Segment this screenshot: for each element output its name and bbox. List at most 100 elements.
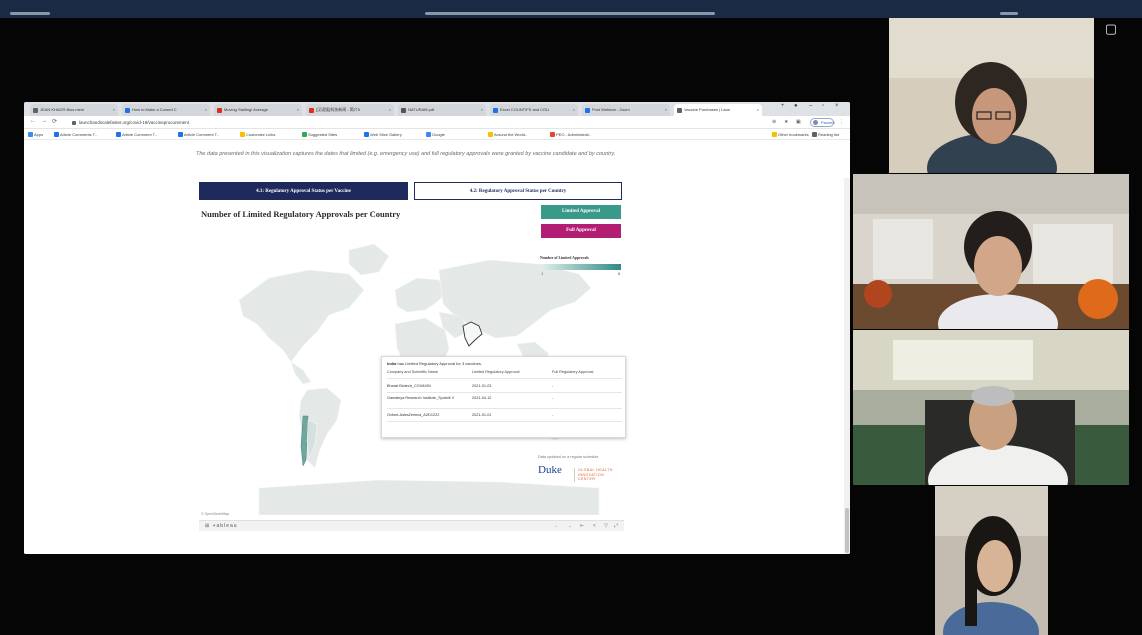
tab-label: Excel COUNTIFS and COU — [500, 107, 550, 112]
tab-label: Moving Stalling! Average — [224, 107, 268, 112]
tab-approval-per-vaccine[interactable]: 4.1: Regulatory Approval Status per Vacc… — [199, 182, 408, 200]
tab-close-icon[interactable]: × — [665, 104, 667, 116]
page-scrollbar[interactable] — [844, 178, 850, 554]
page-content: The data presented in this visualization… — [24, 140, 850, 554]
tooltip-heading-text: has Limited Regulatory Approval for 3 va… — [397, 361, 482, 366]
tab-favicon-icon — [217, 108, 222, 113]
folder-icon — [772, 132, 777, 137]
bookmark-item[interactable]: PEO - Administrati.. — [550, 131, 591, 138]
back-icon[interactable]: ← — [30, 118, 36, 124]
reload-icon[interactable]: ⟳ — [52, 118, 57, 125]
avatar — [813, 120, 818, 125]
bookmark-item[interactable]: Suggested Sites — [302, 131, 337, 138]
tab-favicon-icon — [309, 108, 314, 113]
viz-title: Number of Limited Regulatory Approvals p… — [201, 209, 401, 219]
data-update-note: Data updated on a regular schedule — [538, 455, 599, 459]
map-credit: © OpenStreetMap — [201, 512, 230, 516]
central-america-shape — [290, 361, 312, 385]
legend-max: 8 — [618, 271, 621, 276]
tab-close-icon[interactable]: × — [113, 104, 115, 116]
zoom-icon[interactable]: ⊕ — [772, 119, 778, 125]
browser-tab[interactable]: How to Make a Cursed C × — [122, 104, 210, 116]
bookmark-star-icon[interactable]: ★ — [784, 119, 790, 125]
bookmark-label: Article Comments T.. — [60, 132, 97, 137]
window-minimize-icon[interactable]: – — [809, 103, 812, 109]
forward-icon[interactable]: → — [41, 118, 47, 124]
tab-close-icon[interactable]: × — [389, 104, 391, 116]
profile-button[interactable]: Paused — [810, 118, 835, 127]
download-icon[interactable]: ▽ — [604, 523, 608, 529]
tab-label: [汉语版]科技新闻 - 简介5 — [316, 107, 361, 112]
participant-3-image — [853, 330, 1129, 485]
tab-favicon-icon — [401, 108, 406, 113]
bookmark-item[interactable]: Article Comment T.. — [178, 131, 219, 138]
table-row: Bharat Biotech_COVAXIN 2021-01-03 - — [387, 383, 622, 393]
participant-video-1[interactable] — [889, 18, 1094, 173]
bookmark-item[interactable]: Customize Links — [240, 131, 275, 138]
row-company: Gamaleya Research Institute_Sputnik V — [387, 396, 455, 400]
tab-close-icon[interactable]: × — [481, 104, 483, 116]
row-limited: 2021-04-12 — [472, 396, 492, 400]
bookmark-item[interactable]: Reading list — [812, 131, 839, 138]
intro-text: The data presented in this visualization… — [196, 151, 616, 157]
bookmark-item[interactable]: Web Slice Gallery — [364, 131, 402, 138]
url-field[interactable]: launchandscalefaster.org/covid-19/vaccin… — [72, 118, 362, 127]
participant-video-4[interactable] — [935, 486, 1048, 635]
row-full: - — [552, 384, 554, 388]
participant-video-2[interactable] — [853, 174, 1129, 329]
browser-tab[interactable]: Post Webinar - Zoom × — [582, 104, 670, 116]
row-full: - — [552, 413, 554, 417]
bookmark-favicon-icon — [364, 132, 369, 137]
bookmark-item[interactable]: Article Comments T.. — [54, 131, 97, 138]
tab-close-icon[interactable]: × — [573, 104, 575, 116]
browser-tab[interactable]: Moving Stalling! Average × — [214, 104, 302, 116]
revert-icon[interactable]: ⇤ — [580, 523, 584, 529]
window-close-icon[interactable]: × — [835, 103, 839, 109]
record-icon: ● — [794, 103, 798, 109]
new-tab-icon[interactable]: + — [781, 103, 785, 109]
bookmark-item[interactable]: Other bookmarks — [772, 131, 809, 138]
browser-tab[interactable]: [汉语版]科技新闻 - 简介5 × — [306, 104, 394, 116]
participant-1-image — [889, 18, 1094, 173]
profile-label: Paused — [821, 120, 835, 125]
bookmark-label: Article Comment T.. — [184, 132, 219, 137]
full-approval-button[interactable]: Full Approval — [541, 224, 621, 238]
bookmark-label: Other bookmarks — [778, 132, 809, 137]
address-bar: ← → ⟳ launchandscalefaster.org/covid-19/… — [24, 116, 850, 129]
bookmark-label: Google — [432, 132, 445, 137]
window-restore-icon[interactable]: ▫ — [822, 103, 824, 109]
tableau-logo: ⊞ +ableau — [205, 523, 238, 529]
redo-icon[interactable]: → — [567, 523, 572, 529]
fullscreen-icon[interactable]: ⤢ — [614, 523, 618, 529]
extension-icon[interactable]: ▣ — [796, 119, 802, 125]
tab-approval-per-country[interactable]: 4.2: Regulatory Approval Status per Coun… — [414, 182, 622, 200]
row-company: Oxford-AstraZeneca_AZD1222 — [387, 413, 440, 417]
bookmark-label: Suggested Sites — [308, 132, 338, 137]
tab-close-icon[interactable]: × — [297, 104, 299, 116]
undo-icon[interactable]: ← — [554, 523, 559, 529]
participant-video-3[interactable] — [853, 330, 1129, 485]
bookmark-favicon-icon — [54, 132, 59, 137]
browser-tab[interactable]: Excel COUNTIFS and COU × — [490, 104, 578, 116]
scroll-thumb[interactable] — [845, 508, 849, 553]
bookmark-item[interactable]: Apps — [28, 131, 43, 138]
participant-4-image — [935, 486, 1048, 635]
menu-dots-icon[interactable]: ⋮ — [839, 119, 845, 125]
tab-close-icon[interactable]: × — [757, 104, 759, 116]
share-icon[interactable]: < — [593, 523, 596, 529]
lock-icon — [72, 120, 76, 125]
bookmark-item[interactable]: Google — [426, 131, 445, 138]
bookmark-item[interactable]: Around the World.. — [488, 131, 527, 138]
browser-tab[interactable]: NATURAM.pdf × — [398, 104, 486, 116]
bookmark-item[interactable]: Article Comment T.. — [116, 131, 157, 138]
tooltip-country: India — [387, 361, 397, 366]
maximize-icon[interactable]: ▢ — [1104, 22, 1118, 36]
browser-tab[interactable]: Vaccine Purchases | Laun × — [674, 104, 762, 116]
tab-close-icon[interactable]: × — [205, 104, 207, 116]
tooltip-heading: India has Limited Regulatory Approval fo… — [387, 361, 482, 366]
limited-approval-button[interactable]: Limited Approval — [541, 205, 621, 219]
tab-favicon-icon — [677, 108, 682, 113]
bookmark-favicon-icon — [28, 132, 33, 137]
tooltip-col-limited: Limited Regulatory Approval — [472, 370, 520, 374]
browser-tab[interactable]: JEAN KHADR Bios.mem × — [30, 104, 118, 116]
